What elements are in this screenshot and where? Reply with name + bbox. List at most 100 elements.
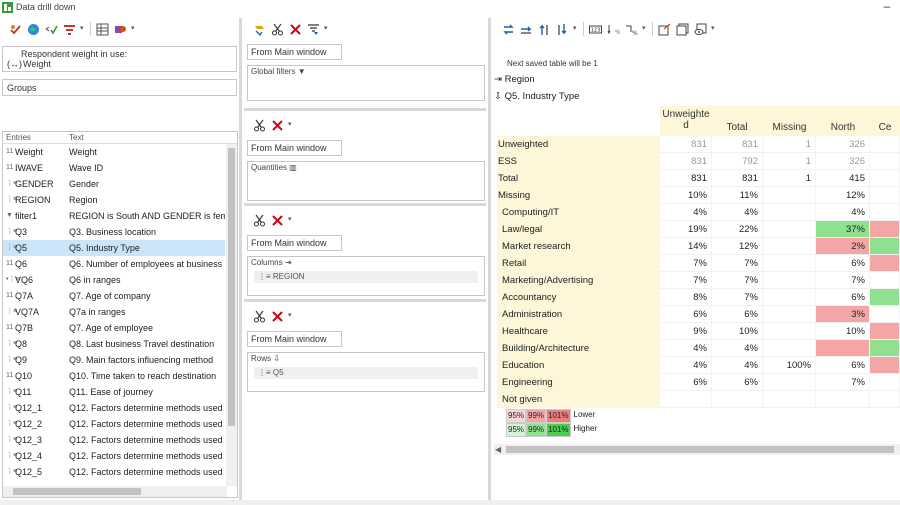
column-header[interactable]: North [816,122,870,133]
table-cell[interactable]: 7% [711,272,763,289]
table-cell[interactable] [763,391,816,408]
export-table-icon[interactable] [657,22,672,37]
table-cell[interactable]: 7% [711,289,763,306]
cut-icon[interactable] [252,213,267,228]
chevron-down-icon[interactable]: ▾ [288,309,295,323]
table-cell[interactable]: 6% [816,357,870,374]
cut-icon[interactable] [270,22,285,37]
table-cell[interactable] [870,238,900,255]
number-format-icon[interactable]: 123 [588,22,603,37]
chevron-down-icon[interactable]: ▾ [80,22,87,36]
check-variables-icon[interactable] [8,22,23,37]
table-cell[interactable]: 831 [711,136,763,153]
table-cell[interactable]: 326 [816,136,870,153]
table-grid-icon[interactable] [95,22,110,37]
list-item[interactable]: ⋮≡ GENDER Gender [3,176,225,192]
list-item[interactable]: ⋮≡ Q9 Q9. Main factors influencing method [3,352,225,368]
list-item[interactable]: ⋮≡ REGION Region [3,192,225,208]
table-cell[interactable]: 7% [816,272,870,289]
table-cell[interactable] [763,306,816,323]
table-cell[interactable]: 10% [660,187,712,204]
row-label[interactable]: Not given [497,391,660,408]
table-cell[interactable]: 11% [711,187,763,204]
list-item[interactable]: ⋮≡ Q12_1 Q12. Factors determine methods us… [3,400,225,416]
list-item[interactable]: 11 Q7B Q7. Age of employee [3,320,225,336]
table-cell[interactable]: 14% [660,238,712,255]
zone-chip[interactable]: ⋮≡ Q5 [254,367,478,379]
table-cell[interactable] [870,255,900,272]
table-cell[interactable]: 6% [711,374,763,391]
row-label[interactable]: Education [497,357,660,374]
source-dropdown[interactable]: From Main window [247,140,342,156]
column-header[interactable]: Ce [870,122,900,133]
row-label[interactable]: Market research [497,238,660,255]
row-label[interactable]: Retail [497,255,660,272]
table-cell[interactable]: 12% [816,187,870,204]
right-splitter[interactable] [488,18,491,500]
zone-chip[interactable]: ⋮≡ REGION [254,271,478,283]
row-label[interactable]: Marketing/Advertising [497,272,660,289]
table-cell[interactable] [763,221,816,238]
view-table-icon[interactable] [693,22,708,37]
table-cell[interactable] [816,340,870,357]
table-cell[interactable] [763,323,816,340]
table-cell[interactable] [711,391,763,408]
drop-zone[interactable]: Global filters ▼ [247,65,485,101]
list-item[interactable]: ▼ filter1 REGION is South AND GENDER is fe… [3,208,225,224]
table-cell[interactable]: 4% [711,357,763,374]
scroll-left-arrow[interactable]: ◀ [495,445,501,454]
table-cell[interactable]: 831 [660,170,712,187]
groups-box[interactable]: Groups [2,79,237,96]
table-cell[interactable] [870,323,900,340]
row-label[interactable]: Engineering [497,374,660,391]
row-label[interactable]: Accountancy [497,289,660,306]
row-label[interactable]: Total [497,170,660,187]
scroll-thumb[interactable] [13,488,141,495]
table-cell[interactable]: 37% [816,221,870,238]
swap-rows-columns-icon[interactable] [501,22,516,37]
delete-icon[interactable] [288,22,303,37]
left-splitter[interactable] [239,18,242,500]
row-label[interactable]: Computing/IT [497,204,660,221]
table-cell[interactable]: 4% [816,204,870,221]
table-cell[interactable]: 1 [763,153,816,170]
list-item[interactable]: ⋮≡ Q12_4 Q12. Factors determine methods us… [3,448,225,464]
globe-icon[interactable] [26,22,41,37]
entries-column-header[interactable]: Entries [6,133,31,142]
table-cell[interactable] [763,238,816,255]
percent-check-icon[interactable]: % [606,22,621,37]
row-label[interactable]: Building/Architecture [497,340,660,357]
table-cell[interactable]: 1 [763,136,816,153]
table-cell[interactable] [870,289,900,306]
table-cell[interactable] [763,272,816,289]
table-cell[interactable]: 8% [660,289,712,306]
list-item[interactable]: 11 Q6 Q6. Number of employees at business [3,256,225,272]
drop-zone[interactable]: Quantities ▥ [247,161,485,201]
source-dropdown[interactable]: From Main window [247,44,342,60]
table-cell[interactable]: 7% [660,255,712,272]
table-cell[interactable]: 7% [711,255,763,272]
table-cell[interactable] [870,204,900,221]
list-item[interactable]: 11 Weight Weight [3,144,225,160]
table-cell[interactable] [870,374,900,391]
column-header[interactable]: Unweighted [660,109,712,131]
weight-value[interactable]: Weight [23,59,51,69]
filter-red-icon[interactable] [62,22,77,37]
column-header[interactable]: Missing [763,122,816,133]
table-cell[interactable] [816,391,870,408]
move-right-icon[interactable] [519,22,534,37]
row-label[interactable]: Missing [497,187,660,204]
table-cell[interactable] [763,374,816,391]
move-down-icon[interactable] [555,22,570,37]
cut-icon[interactable] [252,309,267,324]
table-cell[interactable]: 3% [816,306,870,323]
table-cell[interactable] [870,391,900,408]
table-cell[interactable]: 2% [816,238,870,255]
table-cell[interactable]: 415 [816,170,870,187]
table-cell[interactable] [870,170,900,187]
table-cell[interactable]: 6% [816,255,870,272]
list-item[interactable]: ⋮≡ Q12_5 Q12. Factors determine methods us… [3,464,225,480]
table-cell[interactable]: 4% [711,204,763,221]
list-item[interactable]: •⋮≡ VQ6 Q6 in ranges [3,272,225,288]
section-splitter[interactable] [244,299,486,302]
